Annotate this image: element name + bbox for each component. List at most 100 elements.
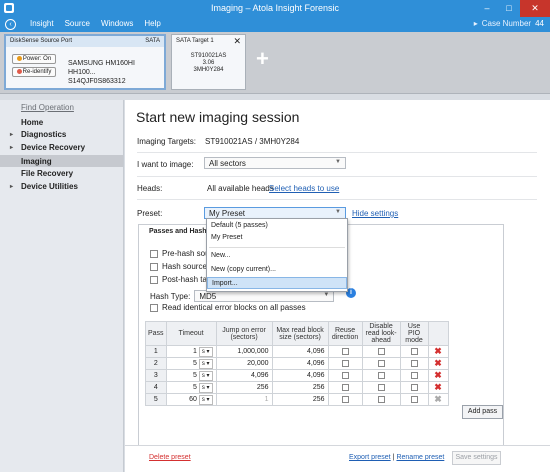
disable-look-ahead-cell[interactable] bbox=[361, 357, 401, 370]
hide-settings-link[interactable]: Hide settings bbox=[352, 209, 398, 218]
jump-cell[interactable]: 256 bbox=[215, 381, 273, 394]
timeout-value[interactable]: 5 bbox=[193, 384, 197, 391]
select-heads-link[interactable]: Select heads to use bbox=[269, 184, 339, 193]
max-block-cell[interactable]: 256 bbox=[271, 393, 329, 406]
checkbox[interactable] bbox=[150, 303, 158, 312]
find-operation-link[interactable]: Find Operation bbox=[21, 103, 74, 112]
export-preset-link[interactable]: Export preset bbox=[349, 454, 391, 461]
delete-icon[interactable]: ✖ bbox=[434, 370, 442, 380]
menu-source[interactable]: Source bbox=[65, 19, 90, 28]
delete-cell[interactable]: ✖ bbox=[427, 345, 449, 358]
target-close-icon[interactable]: ✕ bbox=[233, 36, 241, 47]
sidebar-item-device-utilities[interactable]: ▸ Device Utilities bbox=[10, 182, 78, 191]
max-block-cell[interactable]: 4,096 bbox=[271, 345, 329, 358]
max-block-cell[interactable]: 256 bbox=[271, 381, 329, 394]
reuse-direction-cell[interactable] bbox=[327, 393, 363, 406]
checkbox[interactable] bbox=[377, 359, 385, 367]
checkbox[interactable] bbox=[377, 383, 385, 391]
table-row[interactable]: 1 1 s ▾ 1,000,000 4,096 ✖ bbox=[145, 345, 449, 358]
hash-source-check[interactable]: Hash source d bbox=[150, 262, 214, 271]
max-block-cell[interactable]: 4,096 bbox=[271, 357, 329, 370]
checkbox[interactable] bbox=[341, 347, 349, 355]
delete-cell[interactable]: ✖ bbox=[427, 381, 449, 394]
jump-cell[interactable]: 20,000 bbox=[215, 357, 273, 370]
timeout-value[interactable]: 5 bbox=[193, 360, 197, 367]
checkbox[interactable] bbox=[377, 395, 385, 403]
use-pio-cell[interactable] bbox=[399, 393, 429, 406]
sidebar-item-diagnostics[interactable]: ▸ Diagnostics bbox=[10, 130, 66, 139]
case-number[interactable]: ▸ Case Number 44 bbox=[474, 19, 544, 28]
delete-icon[interactable]: ✖ bbox=[434, 346, 442, 356]
disable-look-ahead-cell[interactable] bbox=[361, 381, 401, 394]
sidebar-item-imaging[interactable]: Imaging bbox=[0, 155, 123, 167]
checkbox[interactable] bbox=[150, 275, 158, 284]
preset-option-default[interactable]: Default (5 passes) bbox=[207, 220, 347, 232]
table-row[interactable]: 4 5 s ▾ 256 256 ✖ bbox=[145, 381, 449, 394]
timeout-value[interactable]: 60 bbox=[189, 396, 197, 403]
menu-windows[interactable]: Windows bbox=[101, 19, 133, 28]
disable-look-ahead-cell[interactable] bbox=[361, 393, 401, 406]
timeout-unit-select[interactable]: s ▾ bbox=[198, 382, 213, 393]
checkbox[interactable] bbox=[410, 347, 418, 355]
delete-icon[interactable]: ✖ bbox=[434, 382, 442, 392]
post-hash-target-check[interactable]: Post-hash targ bbox=[150, 275, 214, 284]
timeout-unit-select[interactable]: s ▾ bbox=[198, 370, 213, 381]
back-icon[interactable]: ‹ bbox=[5, 19, 16, 30]
table-row[interactable]: 5 60 s ▾ 1 256 ✖ bbox=[145, 393, 449, 406]
preset-option-new-copy[interactable]: New (copy current)... bbox=[207, 264, 347, 276]
checkbox[interactable] bbox=[341, 371, 349, 379]
delete-preset-link[interactable]: Delete preset bbox=[149, 454, 191, 461]
jump-cell[interactable]: 1 bbox=[215, 393, 273, 406]
max-block-cell[interactable]: 4,096 bbox=[271, 369, 329, 382]
maximize-button[interactable]: □ bbox=[498, 0, 520, 17]
power-button[interactable]: Power: On bbox=[12, 54, 56, 64]
checkbox[interactable] bbox=[150, 249, 158, 258]
pre-hash-source-check[interactable]: Pre-hash sour bbox=[150, 249, 212, 258]
checkbox[interactable] bbox=[410, 359, 418, 367]
checkbox[interactable] bbox=[410, 371, 418, 379]
disable-look-ahead-cell[interactable] bbox=[361, 369, 401, 382]
add-target-icon[interactable]: + bbox=[256, 48, 269, 70]
source-port-card[interactable]: DiskSense Source Port SATA Power: On Re-… bbox=[4, 34, 166, 90]
checkbox[interactable] bbox=[410, 383, 418, 391]
add-pass-button[interactable]: Add pass bbox=[462, 405, 503, 419]
checkbox[interactable] bbox=[377, 371, 385, 379]
use-pio-cell[interactable] bbox=[399, 369, 429, 382]
table-row[interactable]: 3 5 s ▾ 4,096 4,096 ✖ bbox=[145, 369, 449, 382]
delete-cell[interactable]: ✖ bbox=[427, 393, 449, 406]
reidentify-button[interactable]: Re-identify bbox=[12, 67, 56, 77]
timeout-cell[interactable]: 5 s ▾ bbox=[165, 357, 217, 370]
checkbox[interactable] bbox=[341, 395, 349, 403]
menu-insight[interactable]: Insight bbox=[30, 19, 54, 28]
preset-option-my-preset[interactable]: My Preset bbox=[207, 232, 347, 244]
preset-option-new[interactable]: New... bbox=[207, 250, 347, 262]
checkbox[interactable] bbox=[341, 383, 349, 391]
minimize-button[interactable]: – bbox=[476, 0, 498, 17]
timeout-cell[interactable]: 5 s ▾ bbox=[165, 369, 217, 382]
delete-cell[interactable]: ✖ bbox=[427, 369, 449, 382]
reuse-direction-cell[interactable] bbox=[327, 381, 363, 394]
use-pio-cell[interactable] bbox=[399, 357, 429, 370]
target-card[interactable]: SATA Target 1 ✕ ST910021AS 3.06 3MH0Y284 bbox=[171, 34, 246, 90]
timeout-cell[interactable]: 60 s ▾ bbox=[165, 393, 217, 406]
timeout-unit-select[interactable]: s ▾ bbox=[198, 346, 213, 357]
timeout-value[interactable]: 5 bbox=[193, 372, 197, 379]
checkbox[interactable] bbox=[150, 262, 158, 271]
reuse-direction-cell[interactable] bbox=[327, 369, 363, 382]
use-pio-cell[interactable] bbox=[399, 345, 429, 358]
checkbox[interactable] bbox=[377, 347, 385, 355]
timeout-unit-select[interactable]: s ▾ bbox=[198, 358, 213, 369]
rename-preset-link[interactable]: Rename preset bbox=[396, 454, 444, 461]
sidebar-item-device-recovery[interactable]: ▸ Device Recovery bbox=[10, 143, 85, 152]
close-button[interactable]: ✕ bbox=[520, 0, 550, 17]
checkbox[interactable] bbox=[410, 395, 418, 403]
delete-icon[interactable]: ✖ bbox=[434, 358, 442, 368]
menu-help[interactable]: Help bbox=[144, 19, 160, 28]
delete-cell[interactable]: ✖ bbox=[427, 357, 449, 370]
disable-look-ahead-cell[interactable] bbox=[361, 345, 401, 358]
read-identical-check[interactable]: Read identical error blocks on all passe… bbox=[150, 303, 306, 312]
sidebar-item-home[interactable]: Home bbox=[10, 118, 43, 127]
preset-option-import[interactable]: Import... bbox=[207, 277, 347, 289]
jump-cell[interactable]: 1,000,000 bbox=[215, 345, 273, 358]
sidebar-item-file-recovery[interactable]: File Recovery bbox=[10, 169, 73, 178]
